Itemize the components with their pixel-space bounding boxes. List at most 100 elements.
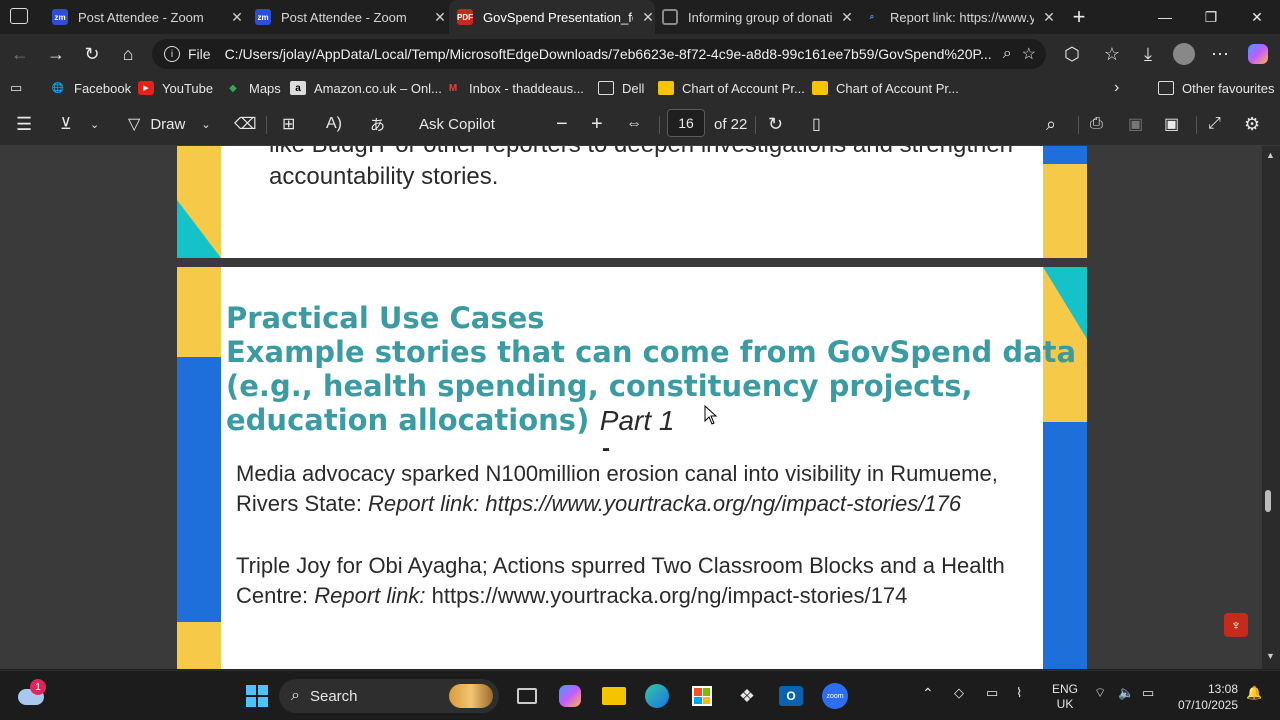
save-icon[interactable]: ▣ xyxy=(1128,112,1143,136)
acrobat-icon[interactable]: ♆ xyxy=(1224,613,1248,637)
profile-avatar[interactable] xyxy=(1170,40,1198,68)
copilot-icon[interactable] xyxy=(1244,40,1272,68)
fullscreen-icon[interactable]: ⤢ xyxy=(1208,112,1221,136)
home-icon[interactable]: ⌂ xyxy=(114,40,142,68)
wifi-icon[interactable]: ⌔ xyxy=(1094,685,1106,701)
vertical-scrollbar[interactable]: ▲ ▼ xyxy=(1262,146,1280,669)
minimize-button[interactable]: — xyxy=(1142,0,1188,34)
page-number-input[interactable] xyxy=(667,109,705,137)
save-as-icon[interactable]: ▣ xyxy=(1164,112,1179,136)
scroll-up-icon[interactable]: ▲ xyxy=(1266,150,1275,160)
back-icon[interactable]: ← xyxy=(6,40,34,68)
favorites-icon[interactable]: ☆ xyxy=(1098,40,1126,68)
highlight-icon[interactable]: ⊻ xyxy=(60,112,72,136)
eraser-icon[interactable]: ⌫ xyxy=(234,112,257,136)
fit-to-page-icon[interactable]: ⇔ xyxy=(626,112,642,136)
draw-button[interactable]: ▽ Draw ⌄ xyxy=(128,112,211,136)
info-icon[interactable]: i xyxy=(164,46,180,62)
task-view-icon[interactable] xyxy=(513,682,541,710)
zoom-in-icon[interactable]: + xyxy=(591,112,603,136)
page-view-icon[interactable]: ▯ xyxy=(812,112,821,136)
close-icon[interactable]: ✕ xyxy=(641,9,655,26)
close-icon[interactable]: ✕ xyxy=(840,9,854,26)
find-icon[interactable]: ⌕ xyxy=(1046,112,1056,136)
read-aloud-icon[interactable]: A) xyxy=(326,112,342,136)
fav-maps[interactable]: ◆ Maps xyxy=(225,78,281,98)
tab-govspend-pdf[interactable]: PDF GovSpend Presentation_fc ✕ xyxy=(449,0,655,34)
rotate-icon[interactable]: ↻ xyxy=(768,112,783,136)
pdf-viewer[interactable]: like BudgIT or other reporters to deepen… xyxy=(0,146,1280,669)
taskbar-search[interactable]: ⌕ Search xyxy=(279,679,499,713)
zoom-search-icon[interactable]: ⌕ xyxy=(1003,45,1012,63)
extensions-icon[interactable]: ⬡ xyxy=(1058,40,1086,68)
favorites-menu-icon[interactable]: ▭ xyxy=(10,78,22,98)
language-indicator[interactable]: ENG UK xyxy=(1052,682,1078,712)
close-icon[interactable]: ✕ xyxy=(433,9,447,26)
downloads-icon[interactable]: ⤓ xyxy=(1134,40,1162,68)
report-link[interactable]: Report link: https://www.yourtracka.org/… xyxy=(368,491,961,516)
fav-chart-of-account-2[interactable]: Chart of Account Pr... xyxy=(812,78,959,98)
slide-heading-line: education allocations) Part 1 xyxy=(226,403,674,437)
restore-button[interactable]: ❐ xyxy=(1188,0,1234,34)
copilot-app-icon[interactable] xyxy=(556,682,584,710)
settings-gear-icon[interactable]: ⚙ xyxy=(1244,112,1260,136)
report-link[interactable]: https://www.yourtracka.org/ng/impact-sto… xyxy=(432,583,908,608)
clock-time: 13:08 xyxy=(1207,682,1238,696)
address-bar[interactable]: i File C:/Users/jolay/AppData/Local/Temp… xyxy=(152,39,1046,69)
tab-zoom-1[interactable]: zm Post Attendee - Zoom ✕ xyxy=(52,0,244,34)
text-box-icon[interactable]: ⊞ xyxy=(282,112,295,136)
fav-label: Other favourites xyxy=(1182,80,1275,96)
fav-youtube[interactable]: ▶ YouTube xyxy=(138,78,213,98)
tab-zoom-2[interactable]: zm Post Attendee - Zoom ✕ xyxy=(255,0,447,34)
notification-bell-icon[interactable]: 🔔 xyxy=(1246,685,1262,701)
slide-right-accent xyxy=(1043,164,1087,258)
more-menu-icon[interactable]: ⋯ xyxy=(1206,40,1234,68)
fav-amazon[interactable]: a Amazon.co.uk – Onl... xyxy=(290,78,442,98)
zoom-out-icon[interactable]: − xyxy=(556,112,568,136)
show-hidden-icons-chevron[interactable]: ⌃ xyxy=(922,685,934,702)
fav-dell[interactable]: Dell xyxy=(598,78,644,98)
contents-icon[interactable]: ☰ xyxy=(16,112,32,136)
outlook-icon[interactable]: O xyxy=(777,682,805,710)
cast-icon[interactable]: ▭ xyxy=(986,685,998,701)
file-explorer-icon[interactable] xyxy=(600,682,628,710)
tray-app-icon[interactable]: ◇ xyxy=(954,685,964,701)
address-url[interactable]: C:/Users/jolay/AppData/Local/Temp/Micros… xyxy=(225,46,993,62)
edge-browser-icon[interactable] xyxy=(643,682,671,710)
print-icon[interactable]: ⎙ xyxy=(1090,112,1103,136)
tab-informing-group[interactable]: Informing group of donati ✕ xyxy=(662,0,854,34)
close-icon[interactable]: ✕ xyxy=(230,9,244,26)
new-tab-button[interactable]: + xyxy=(1056,0,1102,34)
fav-other-favourites[interactable]: Other favourites xyxy=(1158,78,1275,98)
ask-copilot-button[interactable]: Ask Copilot xyxy=(419,112,495,136)
mic-icon[interactable]: ⌇ xyxy=(1016,685,1022,701)
fav-inbox[interactable]: M Inbox - thaddeaus... xyxy=(445,78,584,98)
close-icon[interactable]: ✕ xyxy=(1042,9,1056,26)
start-windows-icon[interactable] xyxy=(243,682,271,710)
scrollbar-thumb[interactable] xyxy=(1265,490,1271,512)
tab-label: Informing group of donati xyxy=(688,9,832,25)
battery-icon[interactable]: ▭ xyxy=(1142,685,1154,701)
refresh-icon[interactable]: ↻ xyxy=(78,40,106,68)
chevron-down-icon[interactable]: ⌄ xyxy=(90,112,99,136)
window-close-button[interactable]: ✕ xyxy=(1234,0,1280,34)
favorite-star-icon[interactable]: ☆ xyxy=(1022,44,1036,64)
chevron-down-icon[interactable]: ⌄ xyxy=(201,118,210,131)
translate-icon[interactable]: あ xyxy=(370,112,385,136)
zoom-app-icon[interactable]: zoom xyxy=(821,682,849,710)
weather-widget[interactable]: 1 xyxy=(18,679,46,705)
fav-chart-of-account-1[interactable]: Chart of Account Pr... xyxy=(658,78,805,98)
dropbox-icon[interactable]: ❖ xyxy=(733,682,761,710)
favorites-overflow-icon[interactable]: › xyxy=(1114,78,1119,98)
clock[interactable]: 13:08 07/10/2025 xyxy=(1172,681,1238,713)
tab-report-link[interactable]: ⌕ Report link: https://www.yc ✕ xyxy=(864,0,1056,34)
toolbar-divider xyxy=(1196,116,1197,134)
scroll-down-icon[interactable]: ▼ xyxy=(1266,651,1275,661)
volume-icon[interactable]: 🔈 xyxy=(1118,685,1134,701)
fav-facebook[interactable]: 🌐 Facebook xyxy=(50,78,131,98)
tab-actions-icon[interactable] xyxy=(10,8,28,24)
toolbar-divider xyxy=(659,116,660,134)
slide-heading: Example stories that can come from GovSp… xyxy=(226,335,1077,369)
forward-icon[interactable]: → xyxy=(42,40,70,68)
store-icon[interactable] xyxy=(688,682,716,710)
